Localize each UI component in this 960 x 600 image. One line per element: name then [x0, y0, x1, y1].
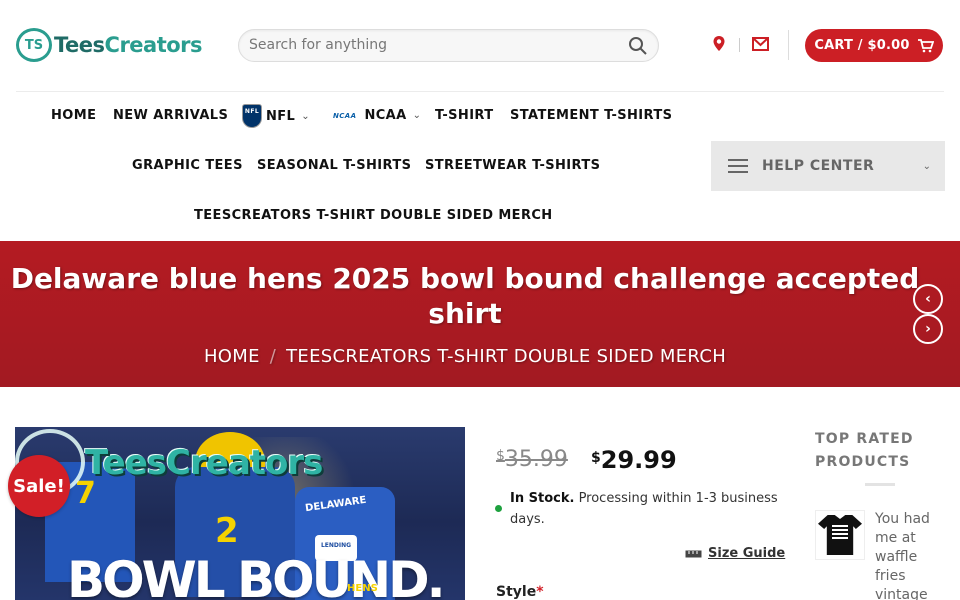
- cart-icon: [917, 38, 934, 52]
- ncaa-logo-icon: NCAA: [333, 111, 357, 120]
- nav-graphic-tees[interactable]: GRAPHIC TEES: [132, 158, 243, 173]
- search-icon[interactable]: [628, 36, 648, 56]
- header-divider: [739, 38, 740, 52]
- logo-text-part-2: Creators: [104, 33, 203, 57]
- nav-label: TEESCREATORS T-SHIRT DOUBLE SIDED MERCH: [194, 208, 553, 223]
- regular-price: $35.99: [496, 447, 568, 472]
- logo-text: TeesCreators: [54, 33, 203, 57]
- envelope-icon[interactable]: [752, 37, 769, 51]
- logo-mark-text: TS: [24, 37, 44, 53]
- top-rated-heading: TOP RATED PRODUCTS: [815, 431, 914, 470]
- sale-price: $29.99: [591, 446, 677, 474]
- header-rule: [16, 91, 944, 92]
- page-title: Delaware blue hens 2025 bowl bound chall…: [10, 262, 920, 330]
- nav-label: SEASONAL T-SHIRTS: [257, 158, 412, 173]
- tshirt-image: [818, 515, 862, 555]
- required-mark: *: [536, 584, 544, 600]
- next-product-button[interactable]: ›: [913, 314, 943, 344]
- image-watermark: TeesCreators: [85, 443, 323, 483]
- previous-product-button[interactable]: ‹: [913, 284, 943, 314]
- in-stock-indicator-icon: [495, 505, 502, 512]
- search-box: [238, 29, 659, 62]
- heading-divider: [865, 483, 895, 486]
- ruler-icon: [685, 550, 702, 557]
- nav-label: NCAA: [364, 108, 407, 123]
- site-logo[interactable]: TS TeesCreators: [16, 28, 203, 62]
- nav-label: HOME: [51, 108, 97, 123]
- search-input[interactable]: [249, 37, 619, 53]
- site-header: TS TeesCreators CART / $0.00: [0, 0, 960, 90]
- nav-seasonal-t-shirts[interactable]: SEASONAL T-SHIRTS: [257, 158, 411, 173]
- chevron-down-icon: ⌄: [412, 110, 422, 121]
- nav-label: NFL: [266, 108, 296, 124]
- location-pin-icon[interactable]: [712, 35, 726, 53]
- top-rated-product-link[interactable]: You had me at waffle fries vintage: [875, 510, 950, 600]
- chevron-down-icon: ⌄: [922, 160, 931, 172]
- style-label-text: Style: [496, 584, 537, 600]
- nav-label: GRAPHIC TEES: [132, 158, 243, 173]
- chevron-left-icon: ‹: [925, 291, 931, 307]
- currency-symbol: $: [496, 448, 505, 464]
- nav-double-sided-merch[interactable]: TEESCREATORS T-SHIRT DOUBLE SIDED MERCH: [194, 208, 553, 223]
- breadcrumb: HOME / TEESCREATORS T-SHIRT DOUBLE SIDED M…: [0, 346, 930, 367]
- nav-ncaa[interactable]: NCAA NCAA ⌄: [333, 108, 421, 123]
- cart-button[interactable]: CART / $0.00: [805, 29, 943, 62]
- regular-price-value: 35.99: [504, 447, 568, 472]
- help-center-dropdown[interactable]: HELP CENTER ⌄: [711, 141, 945, 191]
- currency-symbol: $: [591, 450, 601, 466]
- nav-label: STREETWEAR T-SHIRTS: [425, 158, 601, 173]
- jersey-text: DELAWARE: [304, 494, 368, 515]
- style-option-label: Style*: [496, 584, 544, 600]
- stock-status: In Stock. Processing within 1-3 business…: [510, 488, 795, 530]
- menu-icon: [728, 155, 748, 177]
- nav-nfl[interactable]: NFL NFL ⌄: [242, 104, 310, 128]
- nfl-logo-icon: NFL: [242, 104, 262, 128]
- nav-statement-t-shirts[interactable]: STATEMENT T-SHIRTS: [510, 108, 672, 123]
- stock-status-strong: In Stock.: [510, 491, 575, 506]
- nav-label: NEW ARRIVALS: [113, 108, 229, 123]
- size-guide-label: Size Guide: [708, 546, 786, 561]
- size-guide-link[interactable]: Size Guide: [685, 546, 785, 561]
- breadcrumb-category[interactable]: TEESCREATORS T-SHIRT DOUBLE SIDED MERCH: [286, 346, 726, 367]
- nav-label: STATEMENT T-SHIRTS: [510, 108, 673, 123]
- top-rated-thumbnail[interactable]: [815, 510, 865, 560]
- chevron-down-icon: ⌄: [301, 110, 311, 122]
- sale-price-value: 29.99: [600, 446, 677, 474]
- nav-new-arrivals[interactable]: NEW ARRIVALS: [113, 108, 228, 123]
- header-divider: [788, 30, 789, 60]
- nav-home[interactable]: HOME: [51, 108, 96, 123]
- nav-streetwear-t-shirts[interactable]: STREETWEAR T-SHIRTS: [425, 158, 600, 173]
- logo-text-part-1: Tees: [54, 33, 105, 57]
- breadcrumb-home[interactable]: HOME: [204, 346, 260, 367]
- image-headline: BOWL BOUND.: [67, 551, 446, 600]
- help-center-label: HELP CENTER: [762, 158, 875, 174]
- image-hens-text: HENS: [347, 583, 378, 594]
- nav-t-shirt[interactable]: T-SHIRT: [435, 108, 494, 123]
- logo-icon: TS: [16, 28, 52, 62]
- cart-label: CART / $0.00: [814, 38, 910, 53]
- sale-badge: Sale!: [8, 455, 70, 517]
- product-image[interactable]: 7 2 DELAWARE LENDING TeesCreators BOWL B…: [15, 427, 465, 600]
- jersey-number: 2: [215, 511, 239, 551]
- page-title-banner: Delaware blue hens 2025 bowl bound chall…: [0, 241, 960, 387]
- nav-label: T-SHIRT: [435, 108, 494, 123]
- breadcrumb-separator: /: [269, 346, 277, 367]
- chevron-right-icon: ›: [925, 321, 931, 337]
